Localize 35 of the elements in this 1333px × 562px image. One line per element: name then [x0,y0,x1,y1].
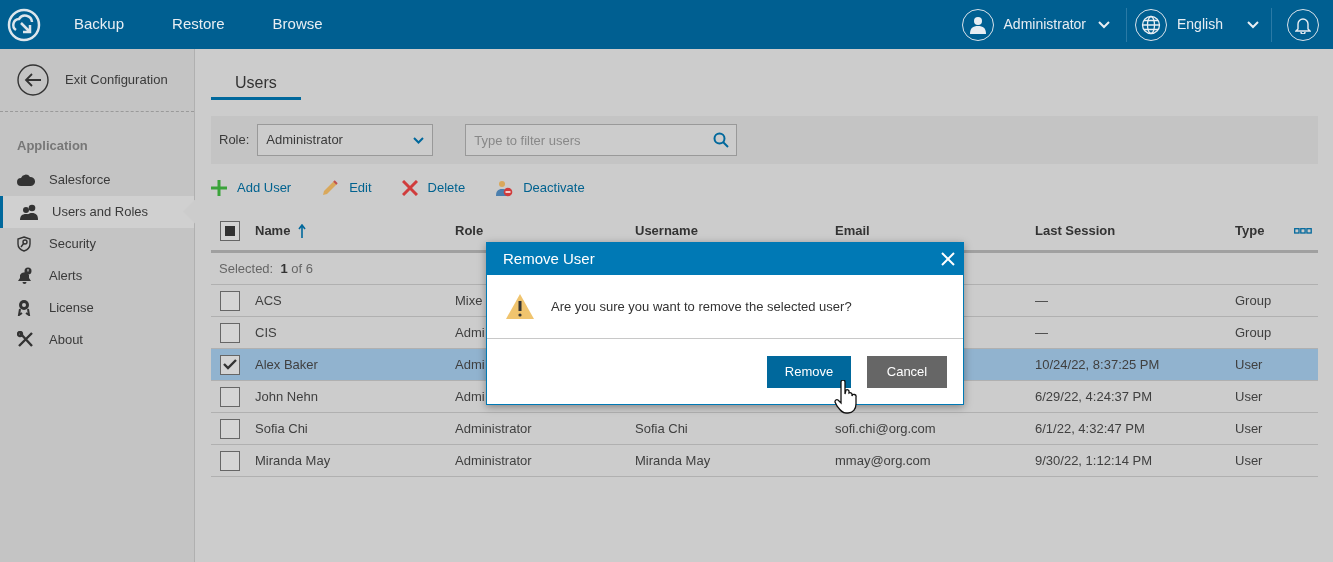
table-cell: Mixe [455,292,483,308]
table-cell: Administrator [455,452,532,468]
table-cell: Miranda May [635,452,711,468]
role-label: Role: [219,131,250,150]
table-cell: 6/29/22, 4:24:37 PM [1035,388,1153,404]
table-cell: User [1235,356,1263,372]
table-cell: User [1235,420,1263,436]
table-cell: User [1235,388,1263,404]
table-cell: 10/24/22, 8:37:25 PM [1035,356,1160,372]
dialog-message: Are you sure you want to remove the selected user? [551,297,852,316]
user-name: Administrator [1003,15,1086,34]
table-cell: — [1035,292,1048,308]
table-cell: Sofia Chi [635,420,688,436]
table-cell: Admi [455,324,485,340]
table-cell: Admi [455,356,485,372]
table-cell: Miranda May [255,452,331,468]
table-cell: mmay@org.com [835,452,931,468]
table-cell: Sofia Chi [255,420,308,436]
table-cell: — [1035,324,1048,340]
table-cell: User [1235,452,1263,468]
section-heading: Application [16,137,89,155]
selection-count: Selected: 1 of 6 [219,259,313,278]
table-cell: ACS [255,292,282,308]
table-cell: Group [1235,324,1272,340]
table-cell: sofi.chi@org.com [835,420,936,436]
dialog-title: Remove User [503,248,595,269]
table-cell: 6/1/22, 4:32:47 PM [1035,420,1145,436]
table-cell: 9/30/22, 1:12:14 PM [1035,452,1153,468]
table-cell: Administrator [455,420,532,436]
table-cell: CIS [255,324,277,340]
table-cell: Alex Baker [255,356,318,372]
table-cell: Admi [455,388,485,404]
language-name: English [1177,15,1224,34]
table-cell: John Nehn [255,388,318,404]
table-cell: Group [1235,292,1272,308]
